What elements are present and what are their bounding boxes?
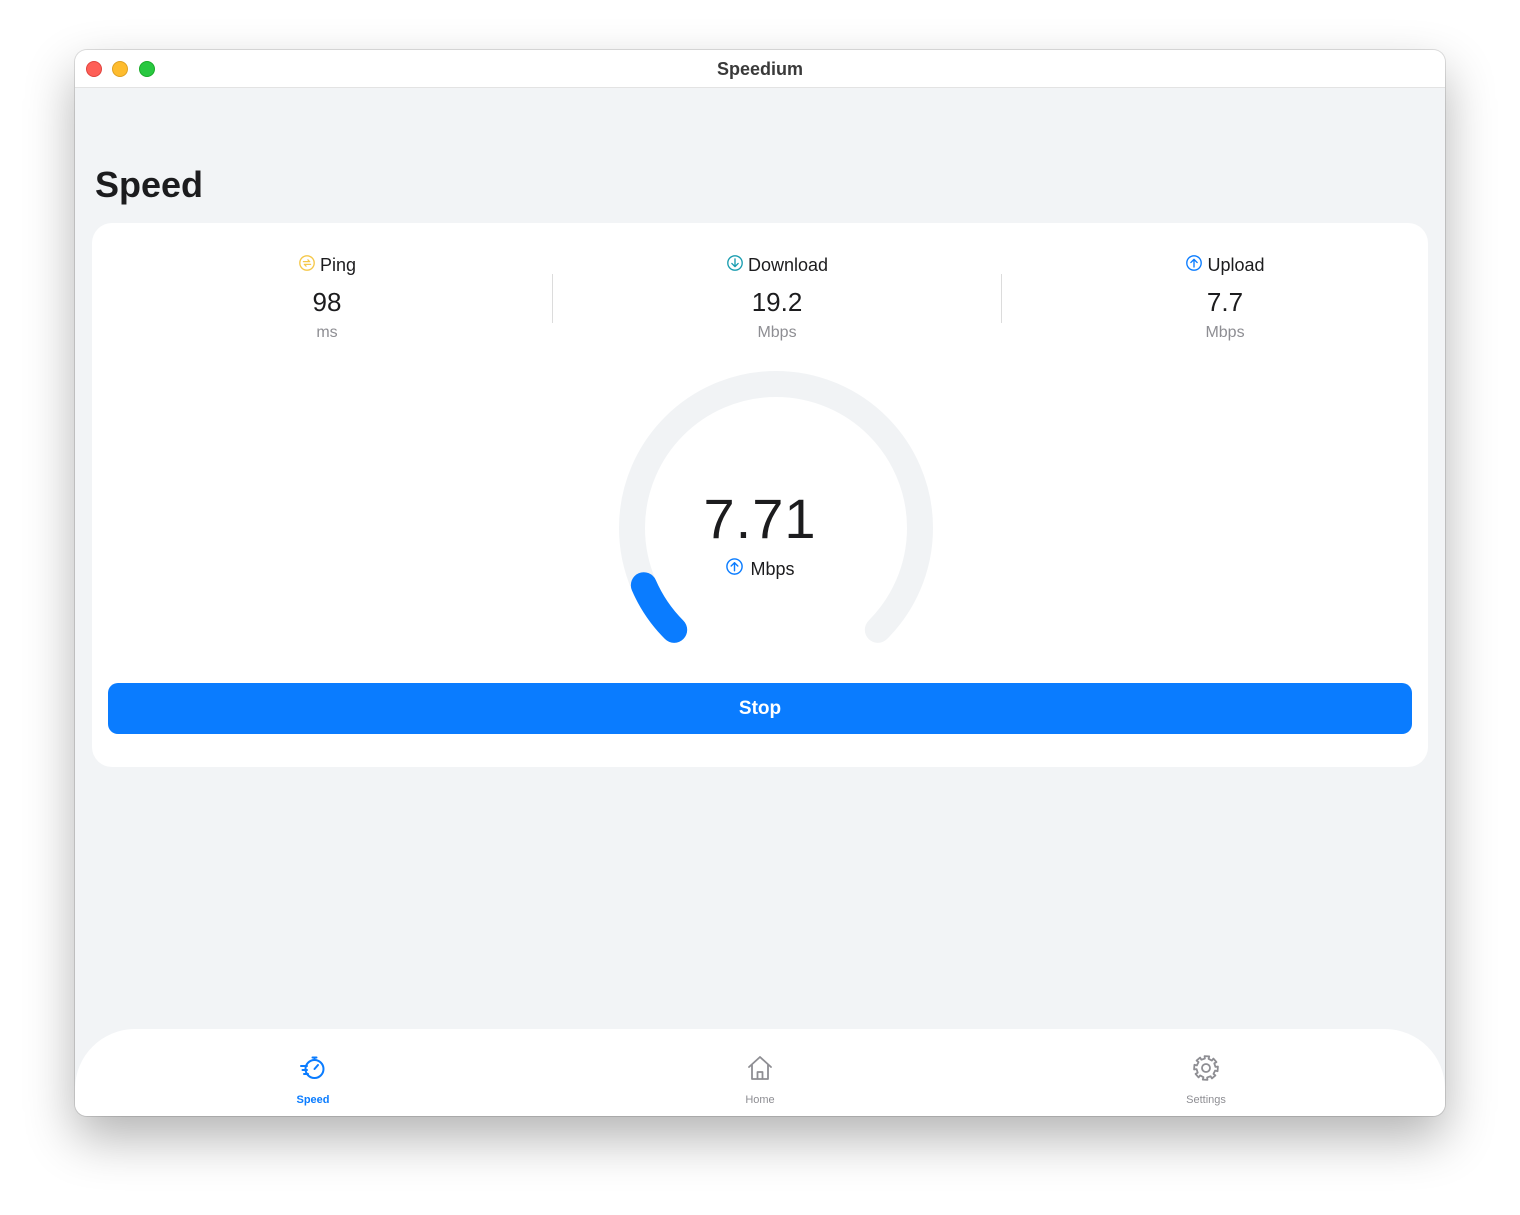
- app-window: Speedium Speed Ping 98 ms Download 19.2 …: [75, 50, 1445, 1116]
- gauge-readout: 7.71 Mbps: [92, 486, 1428, 581]
- title-bar: Speedium: [75, 50, 1445, 88]
- upload-unit: Mbps: [1205, 324, 1245, 341]
- download-stat: Download 19.2 Mbps: [627, 253, 927, 342]
- window-title: Speedium: [716, 59, 804, 79]
- gear-icon: [1191, 1053, 1221, 1088]
- upload-value: 7.7: [1206, 287, 1244, 317]
- download-unit: Mbps: [757, 324, 797, 341]
- tab-home[interactable]: Home: [690, 1053, 830, 1106]
- home-icon: [745, 1053, 775, 1088]
- tab-speed[interactable]: Speed: [243, 1053, 383, 1106]
- tab-bar: Speed Home Settings: [75, 1029, 1445, 1116]
- stat-divider: [552, 274, 553, 323]
- tab-label: Home: [745, 1094, 775, 1106]
- ping-icon: [298, 254, 316, 277]
- download-value: 19.2: [751, 287, 803, 317]
- tab-label: Speed: [296, 1094, 330, 1106]
- tab-settings[interactable]: Settings: [1136, 1053, 1276, 1106]
- ping-label: Ping: [319, 254, 357, 275]
- gauge-progress-arc: [630, 572, 688, 643]
- ping-stat: Ping 98 ms: [177, 253, 477, 342]
- upload-stat: Upload 7.7 Mbps: [1075, 253, 1375, 342]
- upload-label: Upload: [1207, 254, 1265, 275]
- upload-arrow-icon: [725, 557, 744, 581]
- tab-label: Settings: [1186, 1094, 1226, 1106]
- download-arrow-icon: [726, 254, 744, 277]
- speedometer-icon: [298, 1053, 328, 1088]
- ping-unit: ms: [316, 324, 338, 341]
- page-title: Speed: [95, 164, 204, 205]
- stat-divider: [1001, 274, 1002, 323]
- stop-button[interactable]: Stop: [108, 683, 1412, 734]
- gauge-unit: Mbps: [750, 558, 795, 579]
- speed-test-card: Ping 98 ms Download 19.2 Mbps Upload 7.7…: [92, 223, 1428, 767]
- gauge-value: 7.71: [703, 487, 817, 550]
- ping-value: 98: [312, 287, 342, 317]
- download-label: Download: [747, 254, 829, 275]
- upload-arrow-icon: [1185, 254, 1203, 277]
